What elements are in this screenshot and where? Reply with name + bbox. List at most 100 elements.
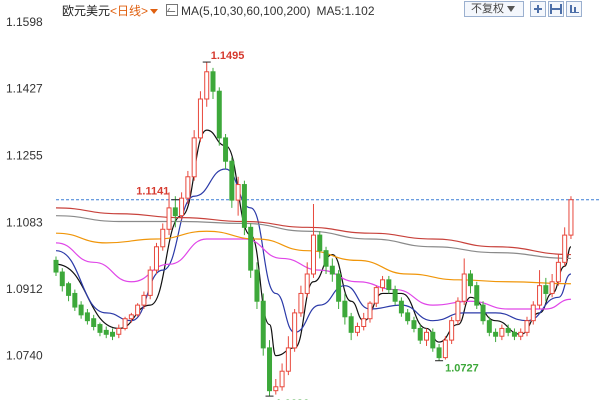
candle <box>310 204 316 278</box>
candle <box>179 192 185 220</box>
candle-body <box>493 331 499 337</box>
candle <box>493 328 499 343</box>
candle <box>122 316 128 331</box>
candle-body <box>216 90 222 139</box>
candle-body <box>505 327 511 333</box>
candle-body <box>273 386 279 392</box>
candle-body <box>354 326 360 333</box>
candle <box>405 309 411 325</box>
candle <box>386 275 392 294</box>
candle <box>229 157 235 208</box>
candlestick-chart[interactable]: 1.1598 1.1427 1.1255 1.1083 1.0912 1.0740 1.1… <box>0 0 600 400</box>
candle-body <box>361 318 367 328</box>
candle-body <box>267 347 273 392</box>
candle <box>53 256 59 276</box>
candle-body <box>317 234 323 252</box>
candle-body <box>235 184 241 201</box>
candle <box>417 324 423 344</box>
candle-body <box>562 234 568 263</box>
y-axis: 1.1598 1.1427 1.1255 1.1083 1.0912 1.0740 <box>6 15 43 363</box>
candle-body <box>336 273 342 302</box>
candle-body <box>417 327 423 341</box>
candle <box>380 275 386 292</box>
candle <box>474 281 480 309</box>
candle <box>411 316 417 333</box>
candle-body <box>185 176 191 199</box>
candle-body <box>348 316 354 333</box>
candle-body <box>461 273 467 302</box>
candle-body <box>285 347 291 372</box>
candle-body <box>166 207 172 230</box>
candle <box>279 363 285 391</box>
candle <box>97 322 103 337</box>
y-tick-label: 1.1427 <box>6 82 43 96</box>
candle <box>260 293 266 356</box>
candle <box>398 297 404 317</box>
candle <box>524 316 530 337</box>
candle <box>530 301 536 325</box>
candle-body <box>260 300 266 349</box>
candle-body <box>72 292 78 308</box>
candle-body <box>373 287 379 304</box>
candle-body <box>122 318 128 329</box>
candle-body <box>530 304 536 322</box>
candle <box>273 379 279 395</box>
candle-body <box>474 285 480 306</box>
candle <box>78 301 84 319</box>
candle-body <box>568 199 574 236</box>
candle-body <box>241 184 247 228</box>
candle <box>455 297 461 325</box>
candle <box>103 326 109 339</box>
candle-body <box>449 320 455 341</box>
candle-body <box>179 197 185 217</box>
candle <box>91 314 97 331</box>
candle-body <box>411 320 417 329</box>
candle-body <box>84 312 90 322</box>
candle-body <box>518 331 524 337</box>
candle-body <box>367 302 373 320</box>
candle <box>354 322 360 337</box>
candle <box>436 344 442 361</box>
candle <box>59 268 65 292</box>
candle <box>66 281 72 302</box>
candle-body <box>191 137 197 178</box>
candle-body <box>499 327 505 337</box>
candle-body <box>543 285 549 294</box>
candle-body <box>160 228 166 248</box>
candle-body <box>59 271 65 287</box>
candle <box>511 328 517 341</box>
candle <box>210 67 216 99</box>
candle <box>568 196 574 239</box>
candle-body <box>254 269 260 302</box>
y-tick-label: 1.1598 <box>6 15 43 29</box>
candle-body <box>298 292 304 314</box>
candle-body <box>524 320 530 333</box>
candle-body <box>103 329 109 335</box>
candle <box>166 192 172 236</box>
candle <box>153 242 159 274</box>
candle <box>248 223 254 278</box>
candle-body <box>442 339 448 359</box>
candle <box>562 227 568 267</box>
candle-body <box>405 312 411 322</box>
candle-body <box>292 312 298 349</box>
candle-body <box>229 160 235 201</box>
price-annotation-low: 1.0727 <box>445 363 479 375</box>
price-annotations: 1.14951.06361.07271.1141 <box>136 50 478 400</box>
candle <box>223 134 229 169</box>
candle-body <box>380 279 386 289</box>
candle-body <box>511 331 517 337</box>
candle-body <box>310 234 316 275</box>
candle <box>367 301 373 323</box>
candle-body <box>97 324 103 333</box>
candle <box>191 130 197 181</box>
candle-body <box>430 331 436 349</box>
candle <box>292 309 298 352</box>
candle <box>216 87 222 146</box>
y-tick-label: 1.0740 <box>6 349 43 363</box>
candle <box>430 328 436 352</box>
candle-body <box>116 327 122 335</box>
candle-body <box>53 259 59 273</box>
candle-body <box>342 300 348 318</box>
candle <box>267 340 273 397</box>
